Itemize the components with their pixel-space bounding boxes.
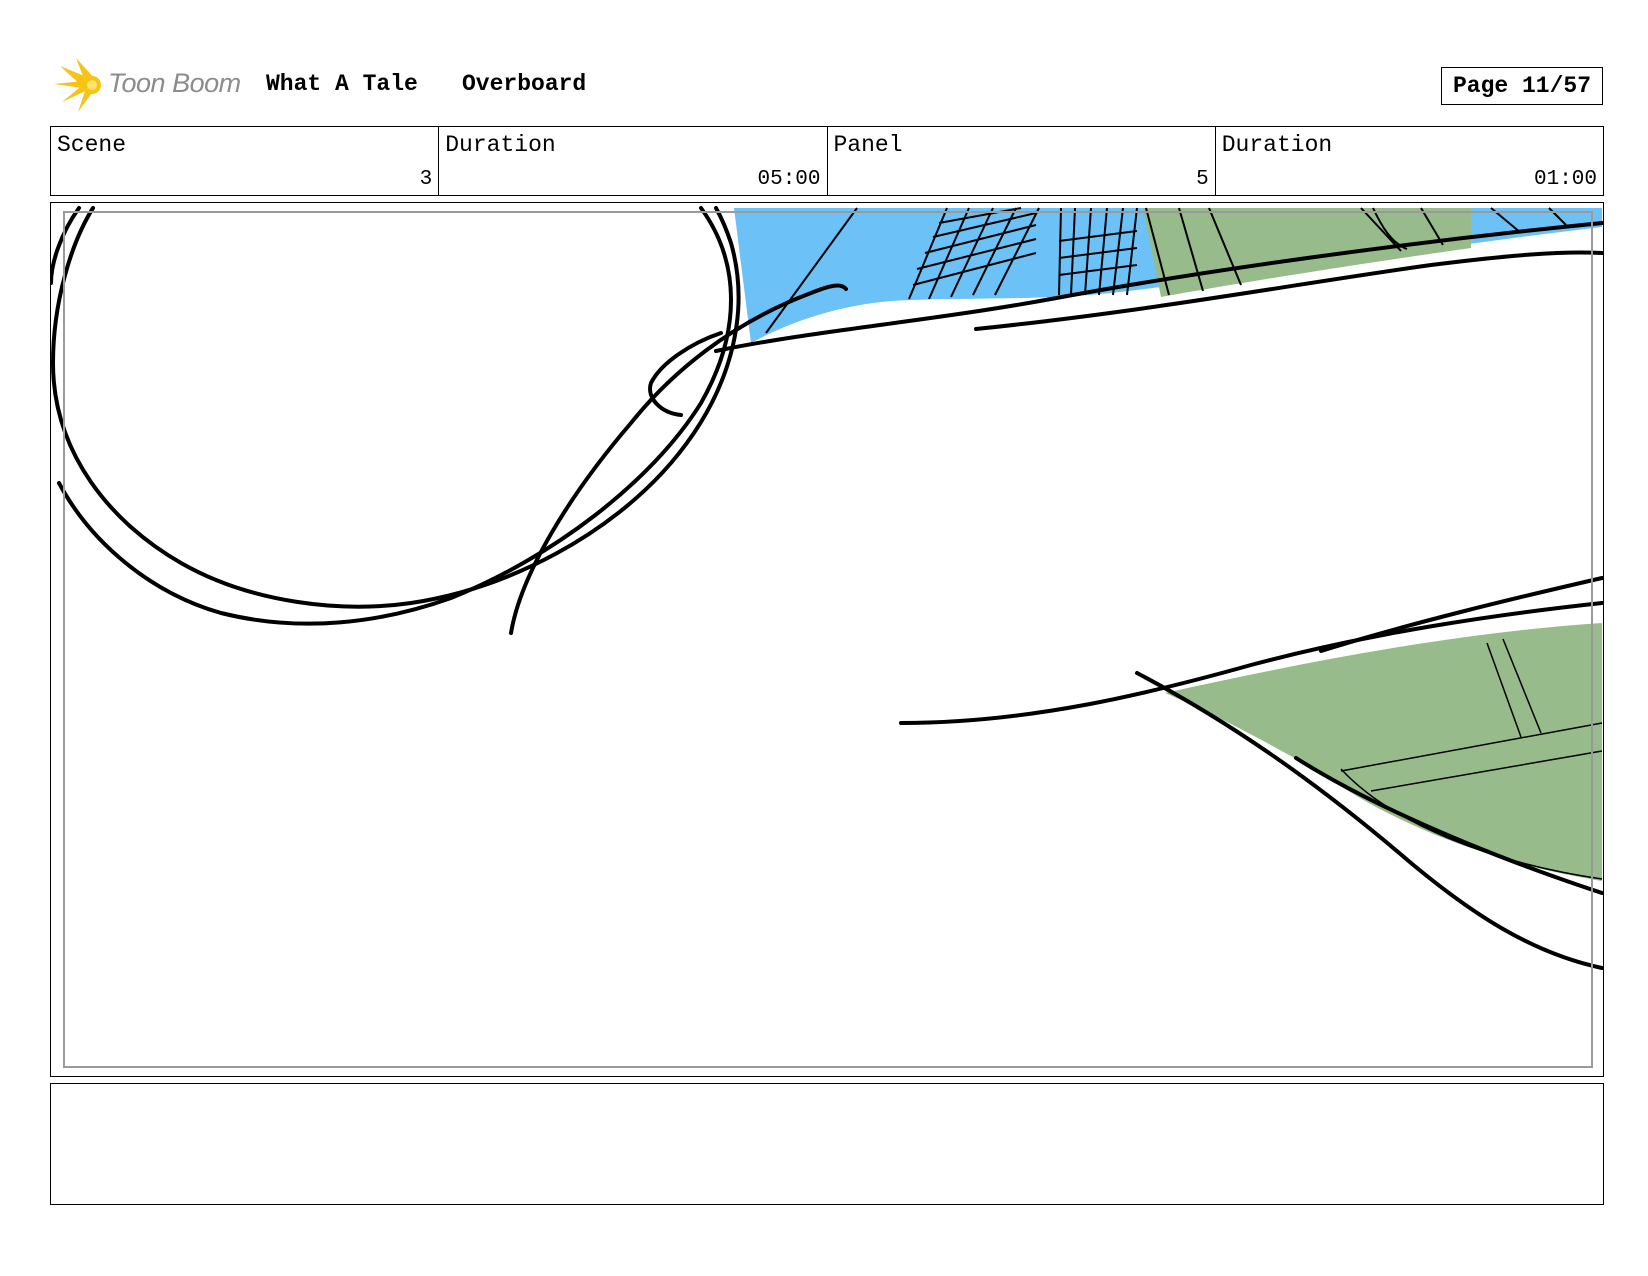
- panel-cell: Panel 5: [828, 127, 1216, 195]
- project-title: What A Tale: [266, 71, 418, 97]
- scene-duration-label: Duration: [445, 132, 556, 158]
- scene-cell: Scene 3: [51, 127, 440, 195]
- rail-lines: [714, 221, 1603, 970]
- episode-title: Overboard: [462, 71, 587, 97]
- panel-duration-cell: Duration 01:00: [1216, 127, 1603, 195]
- panel-label: Panel: [833, 132, 903, 158]
- panel-duration-label: Duration: [1221, 132, 1333, 158]
- panel-value: 5: [1196, 168, 1209, 191]
- scene-label: Scene: [57, 132, 127, 158]
- toon-boom-logo: Toon Boom: [52, 58, 252, 114]
- panel-drawing: [51, 206, 1603, 970]
- scene-value: 3: [419, 168, 433, 191]
- storyboard-panel: [50, 202, 1604, 1077]
- panel-duration-value: 01:00: [1533, 168, 1597, 191]
- character-sketch: [51, 206, 848, 635]
- scene-duration-value: 05:00: [757, 168, 821, 191]
- panel-info-row: Scene 3 Duration 05:00 Panel 5 Duration …: [50, 126, 1604, 196]
- page-indicator: Page 11/57: [1441, 67, 1603, 105]
- toon-boom-star-icon: [54, 58, 101, 112]
- scene-duration-cell: Duration 05:00: [439, 127, 828, 195]
- logo-wordmark: Toon Boom: [108, 68, 241, 98]
- notes-box[interactable]: [50, 1083, 1604, 1205]
